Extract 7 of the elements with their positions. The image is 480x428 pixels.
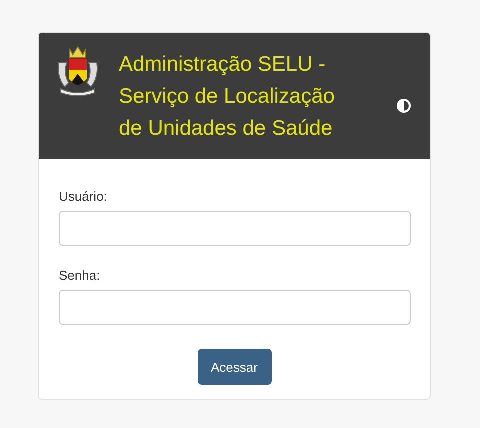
field-label: Senha: xyxy=(59,268,102,284)
login-button[interactable]: Acessar xyxy=(198,349,272,385)
input-field[interactable] xyxy=(59,211,411,246)
input-field[interactable] xyxy=(59,290,411,325)
app-title: Administração SELU - Serviço de Localização de Unidades de Saúde xyxy=(119,52,336,142)
contrast-icon[interactable] xyxy=(396,98,412,114)
field-label: Usuário: xyxy=(59,189,108,205)
